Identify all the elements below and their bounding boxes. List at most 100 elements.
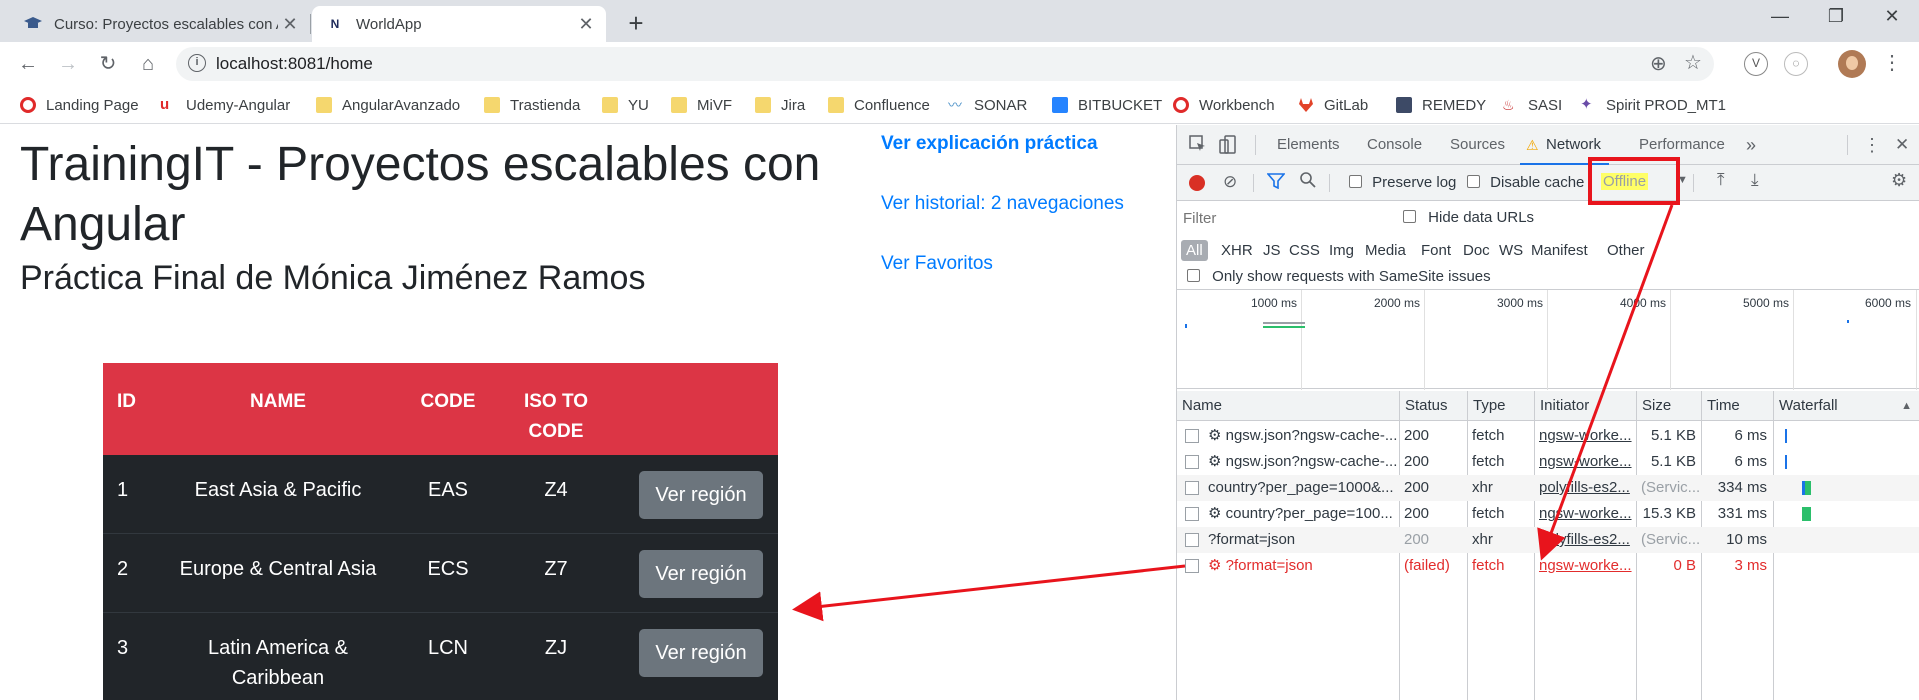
record-icon[interactable] [1189, 175, 1205, 191]
home-button[interactable]: ⌂ [134, 50, 162, 78]
search-icon[interactable] [1299, 171, 1317, 194]
request-row[interactable]: ⚙ country?per_page=100... 200 fetch ngsw… [1177, 501, 1919, 527]
ver-region-button[interactable]: Ver región [639, 629, 763, 677]
ver-region-button[interactable]: Ver región [639, 471, 763, 519]
column-initiator[interactable]: Initiator [1534, 391, 1636, 421]
bookmark-item[interactable]: Landing Page [20, 94, 139, 116]
column-name[interactable]: Name [1177, 391, 1399, 421]
request-initiator-link[interactable]: ngsw-worke... [1534, 449, 1636, 475]
request-row[interactable]: ?format=json 200 xhr polyfills-es2... (S… [1177, 527, 1919, 553]
type-filter-xhr[interactable]: XHR [1221, 242, 1253, 259]
request-initiator-link[interactable]: polyfills-es2... [1534, 527, 1636, 553]
preserve-log-checkbox[interactable]: Preserve log [1349, 174, 1456, 191]
export-har-icon[interactable]: ⤓ [1751, 170, 1759, 190]
column-size[interactable]: Size [1636, 391, 1701, 421]
import-har-icon[interactable]: ⤒ [1717, 170, 1725, 190]
extension-circle-icon[interactable]: ◌ [1784, 52, 1808, 76]
address-bar[interactable]: i localhost:8081/home ⊕ ☆ [176, 47, 1714, 81]
request-initiator-link[interactable]: ngsw-worke... [1534, 553, 1636, 579]
settings-gear-icon[interactable]: ⚙ [1891, 170, 1907, 191]
request-initiator-link[interactable]: ngsw-worke... [1534, 501, 1636, 527]
type-filter-doc[interactable]: Doc [1463, 242, 1490, 259]
request-initiator-link[interactable]: polyfills-es2... [1534, 475, 1636, 501]
back-button[interactable]: ← [14, 50, 42, 78]
browser-tab-curso[interactable]: Curso: Proyectos escalables con A ✕ [10, 6, 310, 42]
menu-icon[interactable]: ⋮ [1882, 50, 1902, 75]
bookmark-item[interactable]: Confluence [828, 94, 930, 116]
browser-tab-worldapp[interactable]: N WorldApp ✕ [312, 6, 606, 42]
info-icon[interactable]: i [188, 54, 206, 72]
add-icon[interactable]: ⊕ [1650, 51, 1667, 76]
bookmark-item[interactable]: Workbench [1173, 94, 1275, 116]
type-filter-ws[interactable]: WS [1499, 242, 1523, 259]
link-favoritos[interactable]: Ver Favoritos [881, 253, 993, 275]
type-filter-all[interactable]: All [1181, 240, 1208, 261]
clear-icon[interactable]: ⊘ [1223, 172, 1237, 192]
disable-cache-checkbox[interactable]: Disable cache [1467, 174, 1584, 191]
request-row[interactable]: ⚙ ngsw.json?ngsw-cache-... 200 fetch ngs… [1177, 449, 1919, 475]
type-filter-font[interactable]: Font [1421, 242, 1451, 259]
bookmark-item[interactable]: ✦ Spirit PROD_MT1 [1580, 94, 1726, 116]
type-filter-css[interactable]: CSS [1289, 242, 1320, 259]
hide-data-urls-checkbox[interactable]: Hide data URLs [1403, 209, 1534, 226]
close-tab-icon[interactable]: ✕ [278, 14, 302, 35]
bookmark-item[interactable]: GitLab [1298, 94, 1368, 116]
checkbox[interactable] [1467, 175, 1480, 188]
tab-console[interactable]: Console [1367, 125, 1422, 165]
bookmark-item[interactable]: Trastienda [484, 94, 580, 116]
bookmark-item[interactable]: MiVF [671, 94, 732, 116]
checkbox[interactable] [1349, 175, 1362, 188]
throttling-select[interactable]: Offline ▼ [1597, 172, 1688, 194]
forward-button[interactable]: → [54, 50, 82, 78]
type-filter-js[interactable]: JS [1263, 242, 1281, 259]
folder-icon [755, 97, 771, 113]
close-devtools-icon[interactable]: ✕ [1895, 125, 1909, 165]
column-waterfall[interactable]: Waterfall ▲ [1773, 391, 1919, 421]
bookmark-item[interactable]: Jira [755, 94, 805, 116]
new-tab-button[interactable]: + [620, 8, 652, 39]
minimize-button[interactable]: — [1760, 6, 1800, 27]
filter-input[interactable] [1183, 207, 1383, 229]
close-window-button[interactable]: ✕ [1872, 6, 1912, 27]
type-filter-manifest[interactable]: Manifest [1531, 242, 1588, 259]
device-toolbar-icon[interactable] [1219, 135, 1237, 160]
more-tabs-button[interactable]: » [1746, 125, 1756, 165]
column-type[interactable]: Type [1467, 391, 1534, 421]
ver-region-button[interactable]: Ver región [639, 550, 763, 598]
extension-v-icon[interactable]: V [1744, 52, 1768, 76]
link-historial[interactable]: Ver historial: 2 navegaciones [881, 193, 1124, 215]
filter-icon[interactable] [1266, 173, 1286, 194]
bookmark-item[interactable]: 〰 SONAR [948, 94, 1027, 116]
bookmark-item[interactable]: ♨ SASI [1502, 94, 1562, 116]
request-row[interactable]: ⚙ ngsw.json?ngsw-cache-... 200 fetch ngs… [1177, 423, 1919, 449]
tab-performance[interactable]: Performance [1639, 125, 1725, 165]
bookmark-star-icon[interactable]: ☆ [1684, 50, 1702, 75]
bookmark-item[interactable]: u Udemy-Angular [160, 94, 290, 116]
tab-elements[interactable]: Elements [1277, 125, 1340, 165]
bookmark-item[interactable]: BITBUCKET [1052, 94, 1162, 116]
type-filter-other[interactable]: Other [1607, 242, 1645, 259]
bookmark-item[interactable]: AngularAvanzado [316, 94, 460, 116]
request-initiator-link[interactable]: ngsw-worke... [1534, 423, 1636, 449]
column-time[interactable]: Time [1701, 391, 1773, 421]
link-explicacion-practica[interactable]: Ver explicación práctica [881, 133, 1098, 155]
reload-button[interactable]: ↻ [94, 50, 122, 78]
inspect-element-icon[interactable] [1189, 135, 1207, 158]
devtools-menu-icon[interactable]: ⋮ [1863, 125, 1881, 165]
tab-network[interactable]: ⚠ Network [1520, 125, 1610, 165]
type-filter-media[interactable]: Media [1365, 242, 1406, 259]
request-row-failed[interactable]: ⚙ ?format=json (failed) fetch ngsw-worke… [1177, 553, 1919, 579]
column-status[interactable]: Status [1399, 391, 1467, 421]
checkbox[interactable] [1403, 210, 1416, 223]
bookmark-item[interactable]: YU [602, 94, 649, 116]
avatar[interactable] [1838, 50, 1866, 78]
tab-sources[interactable]: Sources [1450, 125, 1505, 165]
close-tab-icon[interactable]: ✕ [574, 14, 598, 35]
checkbox[interactable] [1187, 269, 1200, 282]
checkbox-label: Disable cache [1490, 174, 1585, 191]
samesite-checkbox[interactable]: Only show requests with SameSite issues [1187, 268, 1491, 285]
request-row[interactable]: country?per_page=1000&... 200 xhr polyfi… [1177, 475, 1919, 501]
restore-button[interactable]: ❐ [1816, 6, 1856, 27]
bookmark-item[interactable]: REMEDY [1396, 94, 1486, 116]
type-filter-img[interactable]: Img [1329, 242, 1354, 259]
